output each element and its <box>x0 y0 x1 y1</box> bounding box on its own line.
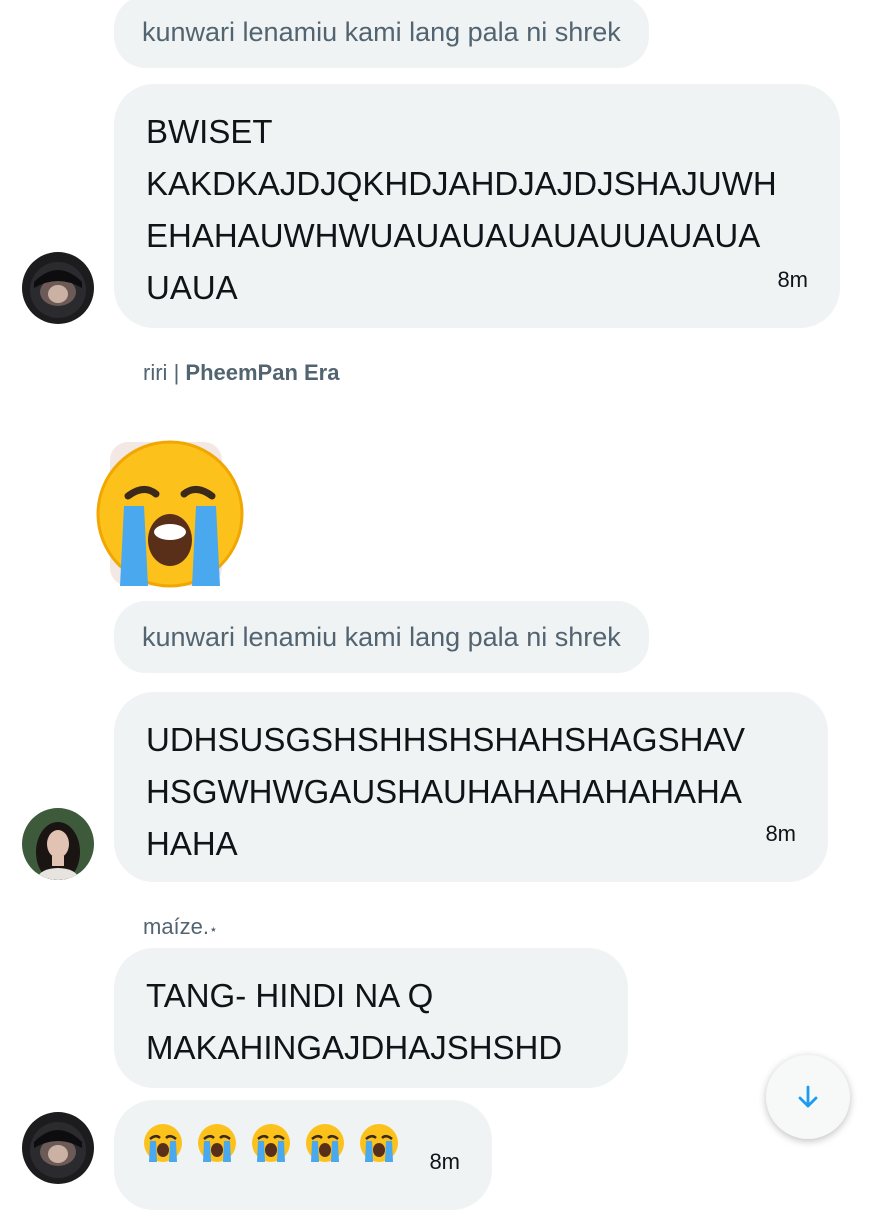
loudly-crying-face-icon <box>198 1124 236 1162</box>
sender-display-name: PheemPan Era <box>185 360 340 385</box>
message-text: UDHSUSGSHSHHSHSHAHSHAGSHAV HSGWHWGAUSHAU… <box>146 721 745 862</box>
message-timestamp: 8m <box>765 821 796 846</box>
loudly-crying-face-icon <box>306 1124 344 1162</box>
loudly-crying-face-icon <box>144 1124 182 1162</box>
sender-separator: | <box>173 360 180 385</box>
message-bubble[interactable]: UDHSUSGSHSHHSHSHAHSHAGSHAV HSGWHWGAUSHAU… <box>114 692 828 882</box>
arrow-down-icon <box>798 1085 818 1108</box>
avatar[interactable] <box>22 1112 94 1184</box>
message-bubble[interactable]: BWISET KAKDKAJDJQKHDJAHDJAJDJSHAJUWH EHA… <box>114 84 840 328</box>
message-timestamp: 8m <box>777 267 808 292</box>
sender-name: maíze.⋆ <box>143 914 218 940</box>
sender-nickname: maíze. <box>143 914 210 939</box>
message-timestamp: 8m <box>429 1149 460 1174</box>
emoji-row <box>142 1122 464 1164</box>
scroll-to-bottom-button[interactable] <box>766 1055 850 1139</box>
sender-nickname: riri <box>143 360 168 385</box>
message-text: BWISET KAKDKAJDJQKHDJAHDJAJDJSHAJUWH EHA… <box>146 113 777 306</box>
avatar[interactable] <box>22 808 94 880</box>
message-bubble[interactable]: 8m <box>114 1100 492 1210</box>
reply-preview[interactable]: kunwari lenamiu kami lang pala ni shrek <box>114 601 649 673</box>
message-text: TANG- HINDI NA Q MAKAHINGAJDHAJSHSHD <box>146 977 563 1066</box>
loudly-crying-face-icon[interactable] <box>92 436 248 592</box>
reply-preview[interactable]: kunwari lenamiu kami lang pala ni shrek <box>114 0 649 68</box>
avatar-image <box>22 808 94 880</box>
sender-name: riri | PheemPan Era <box>143 360 339 386</box>
reply-preview-text: kunwari lenamiu kami lang pala ni shrek <box>142 17 621 47</box>
loudly-crying-face-icon <box>360 1124 398 1162</box>
loudly-crying-face-icon <box>252 1124 290 1162</box>
message-bubble[interactable]: TANG- HINDI NA Q MAKAHINGAJDHAJSHSHD <box>114 948 628 1088</box>
sender-mark: ⋆ <box>209 921 218 937</box>
reply-preview-text: kunwari lenamiu kami lang pala ni shrek <box>142 622 621 652</box>
avatar-image <box>22 252 94 324</box>
avatar-image <box>22 1112 94 1184</box>
avatar[interactable] <box>22 252 94 324</box>
